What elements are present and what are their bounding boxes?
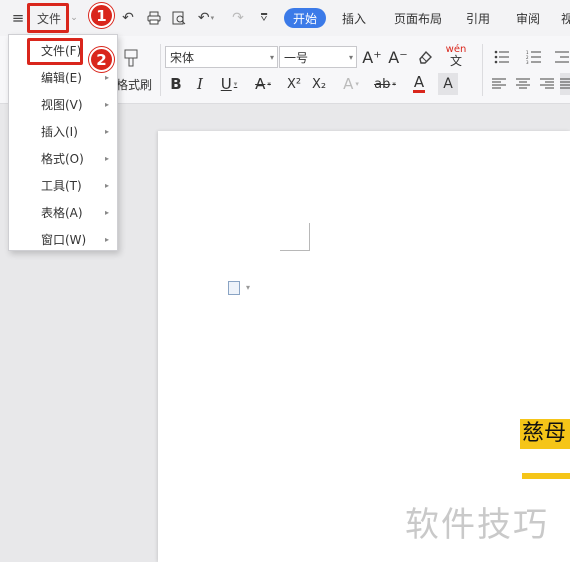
tab-insert[interactable]: 插入 [336, 7, 372, 29]
margin-corner-mark [280, 223, 310, 251]
menu-item-label: 窗口(W) [41, 233, 87, 247]
menu-bar: ≡ 文件 ⌄ ↶ ↶ ▾ ↷ ⩢ 开始 插入 页面布局 引用 审阅 视 [0, 0, 570, 36]
print-preview-icon[interactable] [169, 7, 189, 29]
text-effect-button[interactable]: A ▾ [336, 73, 366, 95]
tab-references[interactable]: 引用 [462, 7, 494, 29]
strikethrough-label: A [255, 75, 266, 93]
format-painter-icon[interactable] [120, 46, 142, 70]
file-menu-button[interactable]: 文件 [31, 7, 67, 29]
tab-view[interactable]: 视 [560, 7, 570, 29]
submenu-arrow-icon: ▸ [104, 127, 109, 136]
font-color-label: A [413, 73, 425, 91]
pinyin-char-icon: 文 [449, 54, 462, 68]
menu-item-label: 表格(A) [41, 206, 83, 220]
menu-item-view[interactable]: 视图(V) ▸ [9, 91, 117, 118]
char-shading-button[interactable]: A [438, 73, 458, 95]
highlighted-text-partial [522, 473, 570, 479]
chevron-down-icon: ▾ [348, 52, 353, 62]
redo-icon[interactable]: ↷ [228, 7, 248, 29]
highlight-label: ab [374, 76, 391, 92]
submenu-arrow-icon: ▸ [104, 235, 109, 244]
submenu-arrow-icon: ▸ [104, 154, 109, 163]
divider [482, 44, 483, 96]
hamburger-menu-icon[interactable]: ≡ [8, 7, 28, 29]
menu-item-tools[interactable]: 工具(T) ▸ [9, 172, 117, 199]
subscript-button[interactable]: X₂ [307, 73, 331, 95]
undo-arrow-icon[interactable]: ↶ ▾ [196, 7, 216, 29]
indent-icon[interactable] [553, 46, 570, 68]
bold-button[interactable]: B [166, 73, 186, 95]
tab-page-layout[interactable]: 页面布局 [388, 7, 448, 29]
font-color-bar [413, 90, 425, 93]
menu-item-label: 编辑(E) [41, 71, 82, 85]
svg-text:3: 3 [526, 60, 529, 64]
submenu-arrow-icon: ▸ [104, 181, 109, 190]
menu-item-label: 视图(V) [41, 98, 83, 112]
divider [160, 44, 161, 96]
font-size-select[interactable]: 一号 ▾ [279, 46, 357, 68]
tab-start[interactable]: 开始 [284, 8, 326, 28]
step2-badge: 2 [89, 47, 114, 72]
text-effect-label: A [343, 75, 354, 93]
align-left-icon[interactable] [489, 73, 509, 95]
pinyin-guide-button[interactable]: wén 文 [441, 44, 471, 68]
menu-item-table[interactable]: 表格(A) ▸ [9, 199, 117, 226]
italic-button[interactable]: I [190, 73, 210, 95]
highlight-button[interactable]: ab ▾ [370, 73, 400, 95]
menu-item-label: 工具(T) [41, 179, 82, 193]
clear-format-icon[interactable] [414, 46, 436, 68]
submenu-arrow-icon: ▸ [104, 73, 109, 82]
highlighted-text: 慈母 [520, 419, 570, 449]
chevron-down-icon[interactable]: ▾ [246, 283, 250, 292]
more-dropdown-icon[interactable]: ⩢ [254, 7, 274, 29]
format-painter-label[interactable]: 格式刷 [114, 76, 154, 92]
submenu-arrow-icon: ▸ [104, 100, 109, 109]
chevron-down-icon: ▾ [269, 52, 274, 62]
document-page[interactable]: ▾ 慈母 软件技巧 [158, 131, 570, 562]
numbered-list-icon[interactable]: 123 [521, 46, 547, 68]
grow-font-button[interactable]: A⁺ [362, 46, 382, 68]
menu-item-insert[interactable]: 插入(I) ▸ [9, 118, 117, 145]
superscript-button[interactable]: X² [282, 73, 306, 95]
align-center-icon[interactable] [513, 73, 533, 95]
menu-item-format[interactable]: 格式(O) ▸ [9, 145, 117, 172]
justify-icon[interactable] [560, 73, 570, 95]
tab-review[interactable]: 审阅 [512, 7, 544, 29]
underline-label: U [220, 75, 232, 93]
shrink-font-button[interactable]: A⁻ [388, 46, 408, 68]
font-name-value: 宋体 [170, 50, 195, 65]
strikethrough-button[interactable]: A ▾ [248, 73, 278, 95]
print-icon[interactable] [144, 7, 164, 29]
font-color-button[interactable]: A [404, 73, 434, 95]
menu-item-label: 格式(O) [41, 152, 84, 166]
undo-icon[interactable]: ↶ [118, 7, 138, 29]
watermark-text: 软件技巧 [405, 505, 549, 545]
font-size-value: 一号 [284, 50, 309, 65]
menu-item-window[interactable]: 窗口(W) ▸ [9, 226, 117, 253]
bullet-list-icon[interactable] [489, 46, 515, 68]
font-name-select[interactable]: 宋体 ▾ [165, 46, 278, 68]
paste-options-icon[interactable] [228, 281, 240, 295]
submenu-arrow-icon: ▸ [104, 208, 109, 217]
chevron-down-icon[interactable]: ⌄ [68, 7, 80, 29]
underline-button[interactable]: U ▾ [214, 73, 244, 95]
menu-item-label: 文件(F) [41, 44, 82, 58]
align-right-icon[interactable] [537, 73, 557, 95]
menu-item-label: 插入(I) [41, 125, 78, 139]
step1-badge: 1 [89, 3, 114, 28]
